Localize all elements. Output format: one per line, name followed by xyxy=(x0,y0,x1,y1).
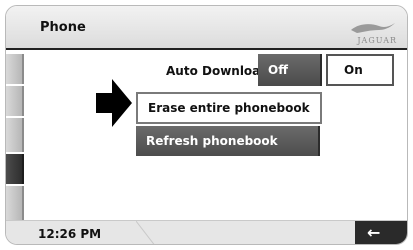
footer-divider xyxy=(136,221,155,244)
auto-download-label: Auto Download xyxy=(166,64,269,78)
footer-bar: 12:26 PM ← xyxy=(6,220,407,244)
clock-time: 12:26 PM xyxy=(38,227,102,241)
brand-logo-text: JAGUAR xyxy=(357,36,397,45)
erase-phonebook-button[interactable]: Erase entire phonebook xyxy=(136,92,322,124)
leaper-icon xyxy=(351,23,395,33)
back-arrow-icon: ← xyxy=(367,223,381,242)
side-tab-strip xyxy=(6,50,28,220)
side-tab-3[interactable] xyxy=(6,118,24,152)
side-tab-4[interactable] xyxy=(6,154,24,184)
arrow-right-icon xyxy=(96,79,132,127)
page-title: Phone xyxy=(40,20,86,35)
jaguar-logo-icon: JAGUAR xyxy=(349,17,397,45)
side-tab-2[interactable] xyxy=(6,86,24,116)
back-button[interactable]: ← xyxy=(355,221,407,244)
side-tab-1[interactable] xyxy=(6,54,24,84)
phone-screen: Phone JAGUAR Auto Download Off On Erase … xyxy=(5,5,408,245)
auto-download-on-button[interactable]: On xyxy=(326,54,394,86)
auto-download-off-button[interactable]: Off xyxy=(258,54,322,86)
header-bar: Phone JAGUAR xyxy=(6,6,407,50)
refresh-phonebook-button[interactable]: Refresh phonebook xyxy=(136,126,320,156)
side-tab-5[interactable] xyxy=(6,186,24,220)
